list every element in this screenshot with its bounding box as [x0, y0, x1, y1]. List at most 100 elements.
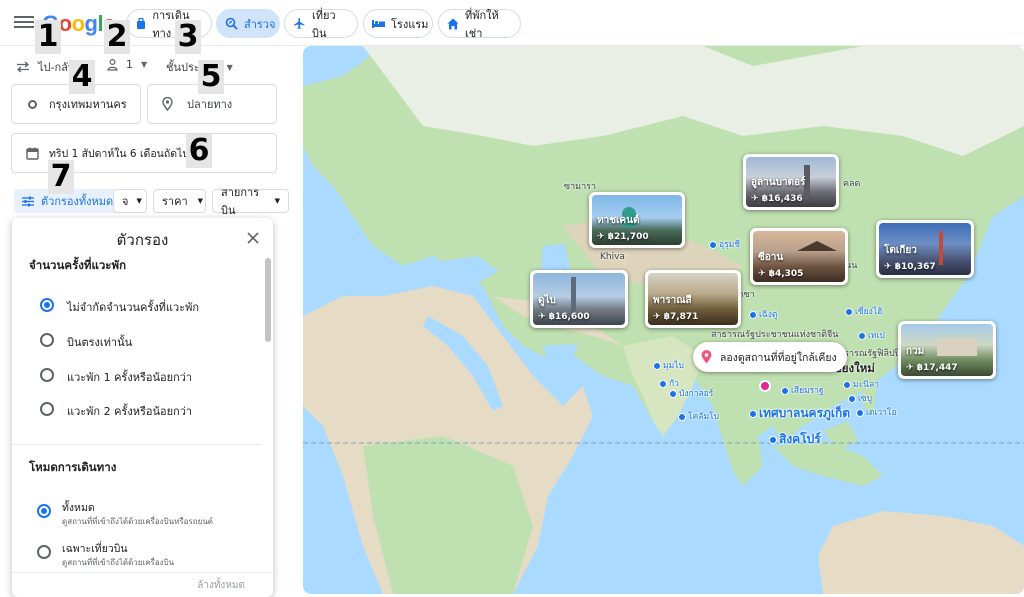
- stops-radio-nonstop[interactable]: [40, 333, 54, 347]
- destination-price: ✈ ฿17,447: [906, 363, 958, 373]
- tab-flights-label: เที่ยวบิน: [312, 8, 336, 40]
- mode-radio-all[interactable]: [37, 504, 51, 518]
- destination-photo: ดูไบ ✈ ฿16,600: [533, 273, 625, 325]
- tab-vacation-rentals-label: ที่พักให้เช่า: [465, 8, 499, 40]
- filter-dialog: ตัวกรอง จำนวนครั้งที่แวะพัก ไม่จำกัดจำนว…: [12, 218, 273, 597]
- airline-chip-label: สายการบิน: [221, 186, 260, 217]
- stops-radio-one-or-fewer[interactable]: [40, 368, 54, 382]
- map-label-bangalore: บังกาลอร์: [669, 386, 713, 400]
- destination-card[interactable]: ซีอาน ✈ ฿4,305: [750, 228, 848, 285]
- clear-all-button[interactable]: ล้างทั้งหมด: [197, 578, 245, 593]
- stops-radio-two-or-fewer[interactable]: [40, 402, 54, 416]
- destination-price: ✈ ฿21,700: [597, 232, 649, 242]
- tab-vacation-rentals[interactable]: ที่พักให้เช่า: [438, 9, 521, 40]
- price-chip-label: ราคา: [162, 195, 188, 208]
- mode-radio-flights-only[interactable]: [37, 545, 51, 559]
- tab-hotels[interactable]: โรงแรม: [363, 9, 433, 38]
- destination-price: ✈ ฿16,600: [538, 312, 590, 322]
- trip-type-select[interactable]: ไป-กลับ: [16, 58, 75, 76]
- destination-card[interactable]: ทาชเคนต์ ✈ ฿21,700: [589, 192, 685, 248]
- origin-location-marker: [759, 380, 771, 392]
- person-icon: [107, 58, 118, 71]
- airline-filter-chip[interactable]: สายการบิน ▼: [212, 186, 289, 217]
- price-filter-chip[interactable]: ราคา ▼: [153, 189, 206, 213]
- passengers-select[interactable]: 1 ▼: [107, 58, 147, 71]
- map-label-siem-reap: เสียมราฐ: [781, 383, 824, 397]
- stops-option-label: ไม่จำกัดจำนวนครั้งที่แวะพัก: [67, 301, 200, 314]
- location-pin-icon: [701, 350, 712, 364]
- destination-photo: อูลานบาตอร์ ✈ ฿16,436: [746, 157, 836, 207]
- destination-name: โตเกียว: [884, 245, 917, 256]
- chevron-down-icon: ▼: [136, 197, 142, 205]
- map-label-urumqi: อุรุมชี: [709, 237, 740, 251]
- origin-circle-icon: [28, 99, 37, 109]
- chevron-down-icon: ▼: [226, 62, 233, 72]
- map-label-davao: เดเวาโอ: [856, 405, 897, 419]
- map-label-shanghai: เซี่ยงไฮ้: [845, 304, 882, 318]
- destination-name: ดูไบ: [538, 295, 556, 306]
- section-divider: [12, 444, 262, 445]
- map-label-manila: มะนิลา: [843, 377, 879, 391]
- destination-name: ทาชเคนต์: [597, 215, 640, 226]
- map-label-chengdu: เฉิงตู: [749, 307, 777, 321]
- stops-option-label: บินตรงเท่านั้น: [67, 336, 133, 349]
- destination-price: ✈ ฿7,871: [653, 312, 699, 322]
- filter-dialog-title: ตัวกรอง: [116, 231, 169, 249]
- annotation-badge: 5: [198, 60, 224, 94]
- map-label-china: สาธารณรัฐประชาชนแห่งชาติจีน: [711, 330, 839, 340]
- map-label-samara: ซามารา: [564, 182, 597, 192]
- chevron-down-icon: ▼: [197, 197, 204, 205]
- menu-icon[interactable]: [14, 13, 34, 33]
- stops-filter-chip[interactable]: จ ▼: [113, 189, 147, 213]
- destination-placeholder: ปลายทาง: [187, 98, 233, 111]
- chevron-down-icon: ▼: [274, 197, 280, 205]
- calendar-icon: [26, 147, 39, 160]
- stops-option-label: แวะพัก 1 ครั้งหรือน้อยกว่า: [67, 371, 193, 384]
- bed-icon: [372, 17, 385, 30]
- destination-card[interactable]: พาราณสี ✈ ฿7,871: [645, 270, 741, 328]
- destination-photo: ทาชเคนต์ ✈ ฿21,700: [592, 195, 682, 245]
- footer-divider: [12, 572, 273, 573]
- destination-name: อูลานบาตอร์: [751, 177, 806, 188]
- dialog-scrollbar[interactable]: [265, 258, 271, 342]
- destination-card[interactable]: โตเกียว ✈ ฿10,367: [876, 220, 974, 278]
- all-filters-label: ตัวกรองทั้งหมด: [41, 195, 114, 208]
- destination-card[interactable]: อูลานบาตอร์ ✈ ฿16,436: [743, 154, 839, 210]
- stops-radio-any[interactable]: [40, 298, 54, 312]
- tab-explore-label: สำรวจ: [244, 17, 276, 31]
- map-label-khiva: Khiva: [600, 252, 625, 262]
- map-label-colombo: โคลัมโบ: [678, 409, 719, 423]
- destination-card[interactable]: กวม ✈ ฿17,447: [898, 321, 996, 379]
- destination-price: ✈ ฿10,367: [884, 262, 936, 272]
- map-label-phuket: เทศบาลนครภูเก็ต: [749, 404, 850, 423]
- close-icon[interactable]: [245, 230, 261, 246]
- mode-option-label: เฉพาะเที่ยวบิน: [62, 543, 128, 555]
- plane-icon: ✈: [884, 262, 895, 272]
- annotation-badge: 2: [104, 20, 130, 54]
- destination-photo: ซีอาน ✈ ฿4,305: [753, 231, 845, 282]
- annotation-badge: 7: [48, 160, 74, 194]
- tab-explore[interactable]: สำรวจ: [216, 9, 280, 38]
- explore-icon: [225, 17, 238, 30]
- map-label-kalk: คลด: [843, 179, 861, 189]
- top-bar: Google การเดินทาง สำรวจ เที่ยวบิน โรงแรม…: [0, 0, 1024, 46]
- passengers-count: 1: [126, 58, 133, 71]
- map-label-singapore: สิงคโปร์: [769, 430, 821, 449]
- destination-name: ซีอาน: [758, 252, 784, 263]
- explore-nearby-button[interactable]: ลองดูสถานที่ที่อยู่ใกล้เคียง: [693, 342, 847, 372]
- destination-photo: กวม ✈ ฿17,447: [901, 324, 993, 376]
- location-pin-icon: [162, 97, 173, 111]
- plane-icon: ✈: [653, 312, 664, 322]
- destination-card[interactable]: ดูไบ ✈ ฿16,600: [530, 270, 628, 328]
- stops-section-title: จำนวนครั้งที่แวะพัก: [29, 258, 127, 272]
- mode-option-label: ทั้งหมด: [62, 502, 95, 514]
- plane-icon: ✈: [538, 312, 549, 322]
- plane-icon: ✈: [597, 232, 608, 242]
- explore-nearby-label: ลองดูสถานที่ที่อยู่ใกล้เคียง: [720, 351, 837, 364]
- tab-flights[interactable]: เที่ยวบิน: [284, 9, 358, 40]
- tune-icon: [22, 196, 34, 206]
- annotation-badge: 6: [186, 134, 212, 168]
- map-view[interactable]: ซามารา คลด Khiva อุรุมชี ลาซา เฉิงตู สาธ…: [303, 46, 1024, 594]
- map-label-cebu: เซบู: [848, 391, 872, 405]
- annotation-badge: 1: [35, 20, 61, 54]
